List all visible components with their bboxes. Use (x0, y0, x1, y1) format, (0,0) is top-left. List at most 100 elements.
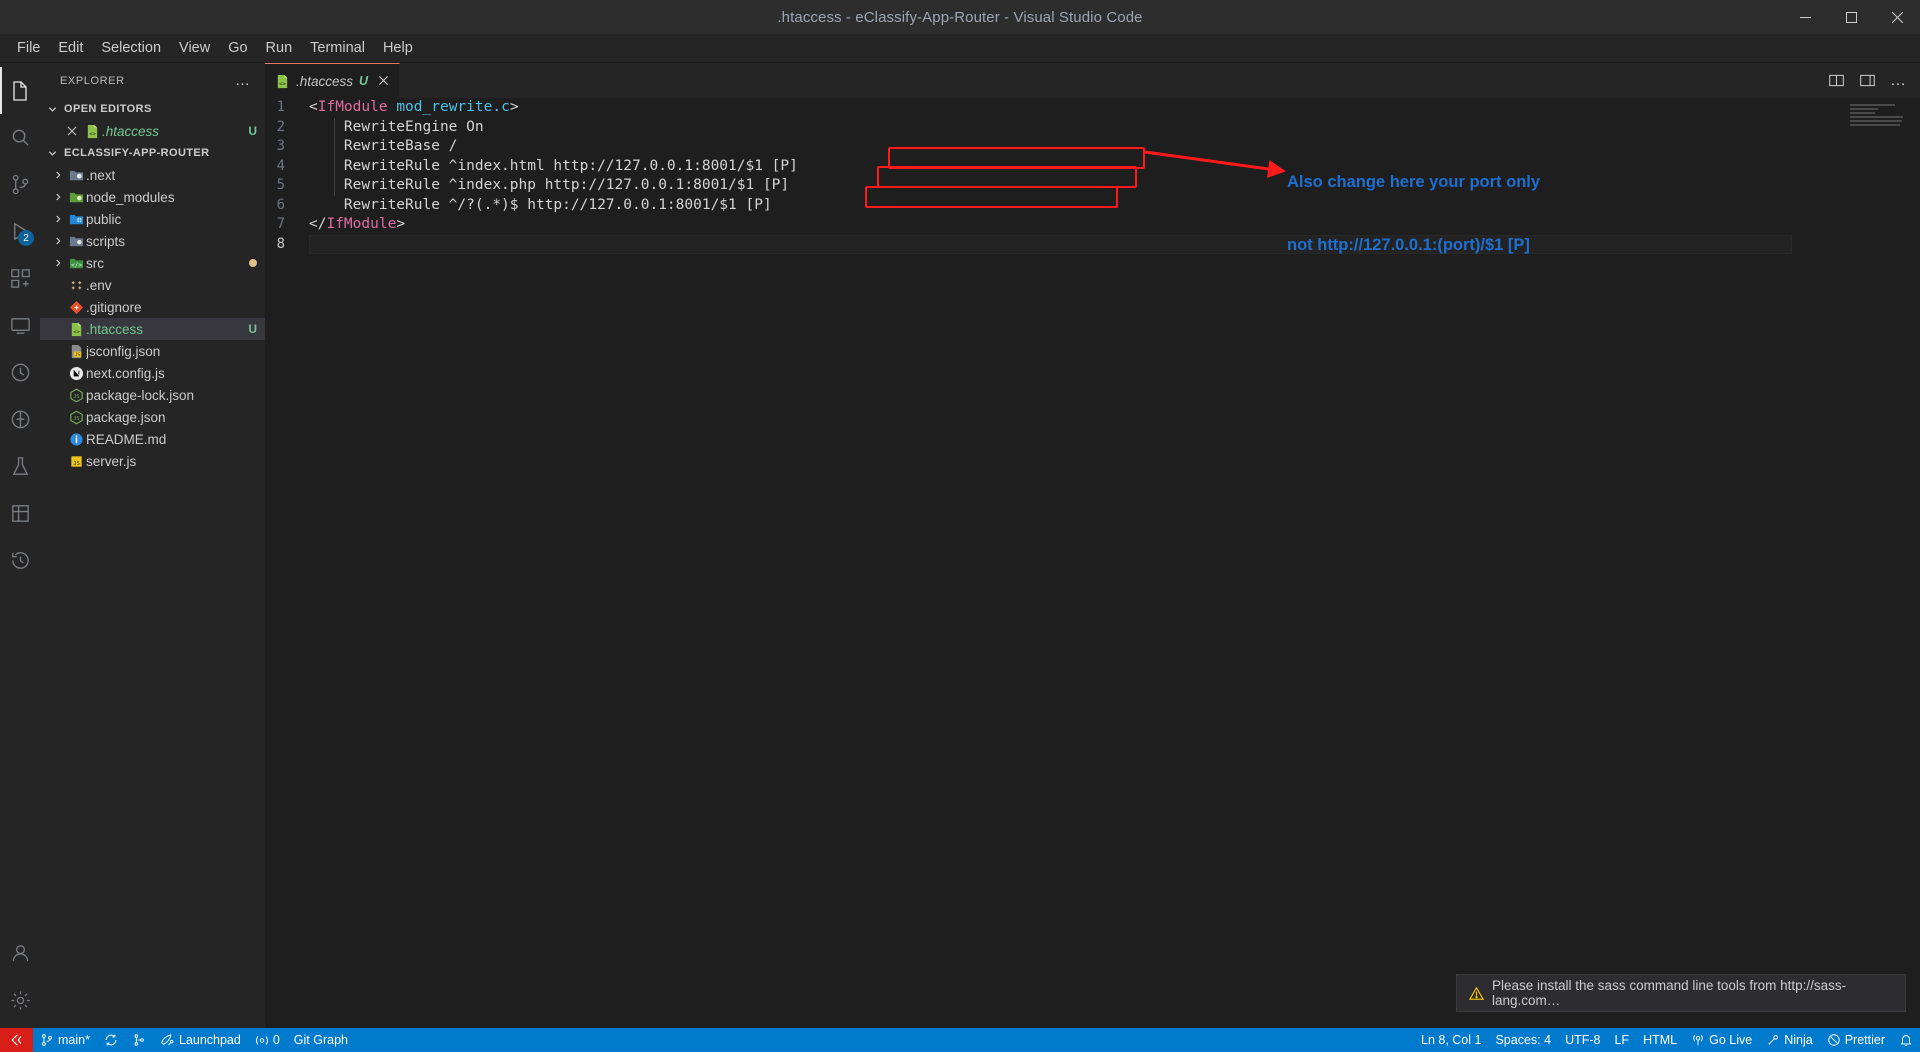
activity-settings[interactable] (0, 977, 40, 1024)
tree-item-src-folder[interactable]: </> src (40, 252, 265, 274)
menu-go[interactable]: Go (219, 37, 256, 59)
tree-item-package-lock-file[interactable]: JS package-lock.json (40, 384, 265, 406)
tree-item-next-config-file[interactable]: next.config.js (40, 362, 265, 384)
sidebar-header: EXPLORER … (40, 63, 265, 98)
warning-icon (1469, 986, 1484, 1001)
layout-icon[interactable] (1859, 72, 1876, 89)
tree-item-public-folder[interactable]: public (40, 208, 265, 230)
git-file-icon (66, 300, 86, 315)
status-ninja-label: Ninja (1784, 1033, 1813, 1047)
activity-history[interactable] (0, 537, 40, 584)
notification-toast[interactable]: Please install the sass command line too… (1456, 974, 1906, 1012)
menu-edit[interactable]: Edit (49, 37, 92, 59)
activity-explorer[interactable] (0, 67, 40, 114)
tree-item-label: next.config.js (86, 366, 165, 381)
status-git-graph[interactable]: Git Graph (287, 1028, 355, 1052)
tree-item-readme-file[interactable]: README.md (40, 428, 265, 450)
status-sync[interactable] (97, 1028, 125, 1052)
status-problems-count: 0 (273, 1033, 280, 1047)
split-editor-icon[interactable] (1828, 72, 1845, 89)
activity-test[interactable] (0, 443, 40, 490)
close-icon[interactable] (62, 126, 82, 136)
status-prettier[interactable]: Prettier (1820, 1028, 1892, 1052)
htaccess-file-icon: <> (66, 322, 86, 337)
chevron-right-icon (50, 258, 66, 268)
code-editor[interactable]: 1 <IfModule mod_rewrite.c> 2 RewriteEngi… (265, 98, 1920, 1028)
menu-selection[interactable]: Selection (92, 37, 170, 59)
tree-item-scripts-folder[interactable]: scripts (40, 230, 265, 252)
editor-actions: … (1828, 63, 1920, 98)
status-cursor-position[interactable]: Ln 8, Col 1 (1414, 1028, 1488, 1052)
menu-view[interactable]: View (170, 37, 219, 59)
menu-terminal[interactable]: Terminal (301, 37, 374, 59)
activity-run-and-debug[interactable]: 2 (0, 208, 40, 255)
chevron-down-icon (44, 148, 60, 159)
status-git-changes[interactable] (125, 1028, 153, 1052)
line-number: 5 (265, 176, 309, 196)
section-project[interactable]: ECLASSIFY-APP-ROUTER (40, 142, 265, 164)
svg-text:</>: </> (71, 261, 82, 268)
folder-next-icon (66, 168, 86, 183)
activity-source-control[interactable] (0, 161, 40, 208)
status-eol[interactable]: LF (1607, 1028, 1636, 1052)
activity-search[interactable] (0, 114, 40, 161)
tree-item-jsconfig-file[interactable]: JS jsconfig.json (40, 340, 265, 362)
status-problems[interactable]: 0 (248, 1028, 287, 1052)
tree-item-node-modules-folder[interactable]: node_modules (40, 186, 265, 208)
maximize-icon[interactable] (1828, 0, 1874, 34)
menu-help[interactable]: Help (374, 37, 422, 59)
remote-window-icon[interactable] (0, 1028, 33, 1052)
status-language-mode[interactable]: HTML (1636, 1028, 1684, 1052)
more-actions-icon[interactable]: … (1890, 76, 1906, 86)
minimize-icon[interactable] (1782, 0, 1828, 34)
tree-item-htaccess-file[interactable]: <> .htaccess U (40, 318, 265, 340)
tree-item-server-file[interactable]: JS server.js (40, 450, 265, 472)
menu-run[interactable]: Run (257, 37, 302, 59)
activity-timeline[interactable] (0, 349, 40, 396)
svg-text:<>: <> (73, 329, 80, 335)
activity-database[interactable] (0, 490, 40, 537)
tree-item-label: .gitignore (86, 300, 142, 315)
activity-remote-explorer[interactable] (0, 302, 40, 349)
tree-item-label: .env (86, 278, 112, 293)
folder-scripts-icon (66, 234, 86, 249)
activity-extensions[interactable] (0, 255, 40, 302)
jsconfig-file-icon: JS (66, 344, 86, 359)
status-git-graph-label: Git Graph (294, 1033, 348, 1047)
status-launchpad[interactable]: Launchpad (153, 1028, 248, 1052)
tree-item-label: package-lock.json (86, 388, 194, 403)
code-content: 1 <IfModule mod_rewrite.c> 2 RewriteEngi… (265, 98, 1920, 1028)
open-editor-item-htaccess[interactable]: <> .htaccess U (40, 120, 265, 142)
section-open-editors[interactable]: OPEN EDITORS (40, 98, 265, 120)
activity-accounts[interactable] (0, 930, 40, 977)
code-line-4: 4 RewriteRule ^index.html http://127.0.0… (265, 157, 1920, 177)
more-actions-icon[interactable]: … (235, 72, 257, 89)
tree-item-next-folder[interactable]: .next (40, 164, 265, 186)
menu-file[interactable]: File (8, 37, 49, 59)
tree-item-label: public (86, 212, 121, 227)
status-go-live[interactable]: Go Live (1684, 1028, 1759, 1052)
status-notifications[interactable] (1892, 1028, 1920, 1052)
workbench: 2 (0, 63, 1920, 1028)
status-ninja[interactable]: Ninja (1759, 1028, 1820, 1052)
code-line-7: 7 </IfModule> (265, 215, 1920, 235)
status-indentation[interactable]: Spaces: 4 (1488, 1028, 1558, 1052)
tree-item-label: src (86, 256, 104, 271)
tab-htaccess[interactable]: <> .htaccess U (265, 63, 400, 98)
annotation-line-2: not http://127.0.0.1:(port)/$1 [P] (1287, 235, 1540, 256)
window-controls (1782, 0, 1920, 34)
debug-badge: 2 (18, 230, 34, 246)
tree-item-package-file[interactable]: JS package.json (40, 406, 265, 428)
tree-item-env-file[interactable]: .env (40, 274, 265, 296)
folder-src-icon: </> (66, 256, 86, 271)
close-icon[interactable] (374, 74, 389, 89)
section-project-label: ECLASSIFY-APP-ROUTER (64, 147, 210, 159)
status-branch[interactable]: main* (33, 1028, 97, 1052)
tree-item-gitignore-file[interactable]: .gitignore (40, 296, 265, 318)
chevron-down-icon (44, 104, 60, 115)
status-launchpad-label: Launchpad (179, 1033, 241, 1047)
activity-live-share[interactable] (0, 396, 40, 443)
tab-bar: <> .htaccess U (265, 63, 1920, 98)
close-icon[interactable] (1874, 0, 1920, 34)
status-encoding[interactable]: UTF-8 (1558, 1028, 1607, 1052)
